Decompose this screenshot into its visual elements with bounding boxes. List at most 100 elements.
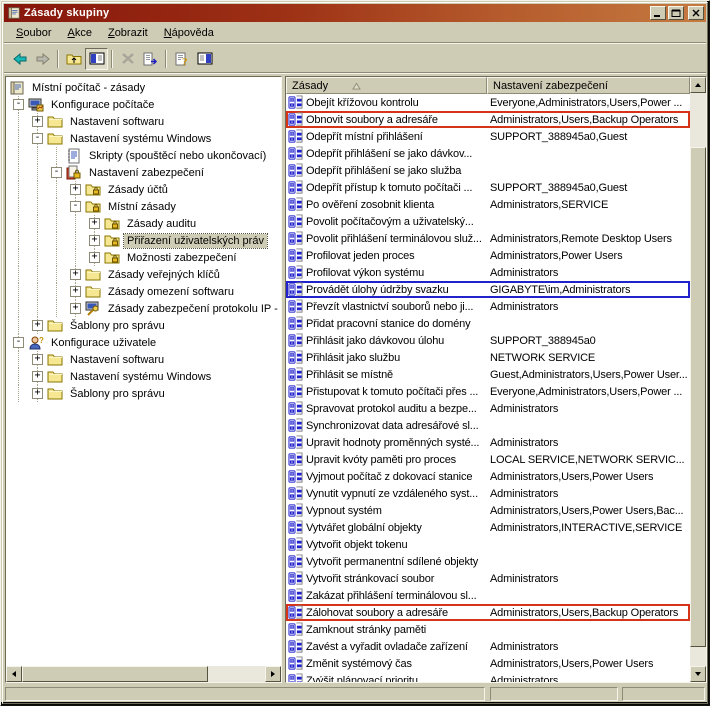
policy-icon: [288, 146, 303, 161]
forward-button[interactable]: [31, 48, 54, 70]
policy-row-vytvorit-permanentni-sdilene-objekty[interactable]: Vytvořit permanentní sdílené objekty: [286, 553, 690, 570]
tree-item-zasady-verejnych-klicu[interactable]: +Zásady veřejných klíčů: [6, 266, 281, 283]
policy-row-pristupovat-k-tomuto-pocitaci-pres[interactable]: Přistupovat k tomuto počítači přes ...Ev…: [286, 383, 690, 400]
policy-row-zmenit-systemovy-cas[interactable]: Změnit systémový časAdministrators,Users…: [286, 655, 690, 672]
menu-zobrazit[interactable]: Zobrazit: [100, 25, 156, 41]
policy-row-profilovat-jeden-proces[interactable]: Profilovat jeden procesAdministrators,Po…: [286, 247, 690, 264]
tree-item-nastaveni-softwaru[interactable]: +Nastavení softwaru: [6, 351, 281, 368]
tree-item-skripty-spousteci-nebo-ukoncovaci[interactable]: Skripty (spouštěcí nebo ukončovací): [6, 147, 281, 164]
expander-plus-icon[interactable]: +: [32, 388, 43, 399]
tree-item-nastaveni-systemu-windows[interactable]: -Nastavení systému Windows: [6, 130, 281, 147]
expander-plus-icon[interactable]: +: [70, 286, 81, 297]
policy-row-zalohovat-soubory-a-adresare[interactable]: Zálohovat soubory a adresářeAdministrato…: [286, 604, 690, 621]
expander-minus-icon[interactable]: -: [70, 201, 81, 212]
expander-minus-icon[interactable]: -: [51, 167, 62, 178]
tree-item-nastaveni-zabezpeceni[interactable]: -Nastavení zabezpečení: [6, 164, 281, 181]
policy-row-obejit-krizovou-kontrolu[interactable]: Obejít křížovou kontroluEveryone,Adminis…: [286, 94, 690, 111]
tree-item-sablony-pro-spravu[interactable]: +Šablony pro správu: [6, 317, 281, 334]
security-setting-value: Administrators: [487, 675, 690, 683]
maximize-button[interactable]: [668, 6, 684, 20]
policy-row-synchronizovat-data-adresarove-sl[interactable]: Synchronizovat data adresářové sl...: [286, 417, 690, 434]
tree-horizontal-scrollbar[interactable]: [6, 666, 281, 682]
expander-plus-icon[interactable]: +: [89, 218, 100, 229]
scroll-left-button[interactable]: [6, 666, 22, 682]
expander-minus-icon[interactable]: -: [32, 133, 43, 144]
policy-row-pridat-pracovni-stanice-do-domeny[interactable]: Přidat pracovní stanice do domény: [286, 315, 690, 332]
policy-row-odeprit-prihlaseni-se-jako-sluzba[interactable]: Odepřít přihlášení se jako služba: [286, 162, 690, 179]
policy-row-zavest-a-vyradit-ovladace-zarizeni[interactable]: Zavést a vyřadit ovladače zařízeníAdmini…: [286, 638, 690, 655]
horizontal-scroll-thumb[interactable]: [22, 666, 208, 682]
help-button[interactable]: ?: [170, 48, 193, 70]
tree-item-zasady-zabezpeceni-protokolu-ip[interactable]: +Zásady zabezpečení protokolu IP -: [6, 300, 281, 317]
up-folder-button[interactable]: [62, 48, 85, 70]
policy-row-vyjmout-pocitac-z-dokovaci-stanice[interactable]: Vyjmout počítač z dokovací staniceAdmini…: [286, 468, 690, 485]
title-bar[interactable]: Zásady skupiny: [4, 4, 706, 22]
tree-item-zasady-auditu[interactable]: +Zásady auditu: [6, 215, 281, 232]
list-vertical-scrollbar[interactable]: [690, 77, 706, 682]
menu-napoveda[interactable]: Nápověda: [156, 25, 222, 41]
policy-row-povolit-prihlaseni-terminalovou-sluz[interactable]: Povolit přihlášení terminálovou služ...A…: [286, 230, 690, 247]
policy-row-odeprit-prihlaseni-se-jako-davkov[interactable]: Odepřít přihlášení se jako dávkov...: [286, 145, 690, 162]
expander-minus-icon[interactable]: -: [13, 99, 24, 110]
vertical-scroll-thumb[interactable]: [690, 147, 706, 647]
policy-row-odeprit-mistni-prihlaseni[interactable]: Odepřít místní přihlášeníSUPPORT_388945a…: [286, 128, 690, 145]
policy-row-profilovat-vykon-systemu[interactable]: Profilovat výkon systémuAdministrators: [286, 264, 690, 281]
policy-row-vytvorit-objekt-tokenu[interactable]: Vytvořit objekt tokenu: [286, 536, 690, 553]
expander-plus-icon[interactable]: +: [32, 320, 43, 331]
expander-plus-icon[interactable]: +: [70, 269, 81, 280]
expander-minus-icon[interactable]: -: [13, 337, 24, 348]
expander-plus-icon[interactable]: +: [70, 184, 81, 195]
expander-plus-icon[interactable]: +: [32, 116, 43, 127]
tree-item-konfigurace-uzivatele[interactable]: -?Konfigurace uživatele: [6, 334, 281, 351]
policy-row-spravovat-protokol-auditu-a-bezpe[interactable]: Spravovat protokol auditu a bezpe...Admi…: [286, 400, 690, 417]
policy-icon: [288, 401, 303, 416]
policy-row-zakazat-prihlaseni-terminalovou-sl[interactable]: Zakázat přihlášení terminálovou sl...: [286, 587, 690, 604]
column-header-nastaveni-zabezpeceni[interactable]: Nastavení zabezpečení: [487, 77, 690, 94]
tree-item-mistni-zasady[interactable]: -Místní zásady: [6, 198, 281, 215]
menu-soubor[interactable]: Soubor: [8, 25, 59, 41]
back-button[interactable]: [8, 48, 31, 70]
policy-row-obnovit-soubory-a-adresare[interactable]: Obnovit soubory a adresářeAdministrators…: [286, 111, 690, 128]
policy-row-upravit-hodnoty-promennych-syste[interactable]: Upravit hodnoty proměnných systé...Admin…: [286, 434, 690, 451]
tree-item-sablony-pro-spravu[interactable]: +Šablony pro správu: [6, 385, 281, 402]
policy-row-povolit-pocitacovym-a-uzivatelsky[interactable]: Povolit počítačovým a uživatelský...: [286, 213, 690, 230]
minimize-button[interactable]: [650, 6, 666, 20]
export-list-button[interactable]: [139, 48, 162, 70]
tree-item-mistni-pocitac-zasady[interactable]: Místní počítač - zásady: [6, 79, 281, 96]
policy-row-prihlasit-jako-sluzbu[interactable]: Přihlásit jako službuNETWORK SERVICE: [286, 349, 690, 366]
delete-button[interactable]: [116, 48, 139, 70]
show-pane-button[interactable]: [193, 48, 216, 70]
policy-row-vynutit-vypnuti-ze-vzdaleneho-syst[interactable]: Vynutit vypnutí ze vzdáleného syst...Adm…: [286, 485, 690, 502]
expander-plus-icon[interactable]: +: [89, 235, 100, 246]
policy-row-po-overeni-zosobnit-klienta[interactable]: Po ověření zosobnit klientaAdministrator…: [286, 196, 690, 213]
column-header-zasady[interactable]: Zásady: [286, 77, 487, 94]
tree-item-nastaveni-softwaru[interactable]: +Nastavení softwaru: [6, 113, 281, 130]
policy-row-odeprit-pristup-k-tomuto-pocitaci[interactable]: Odepřít přístup k tomuto počítači ...SUP…: [286, 179, 690, 196]
policy-row-vypnout-system[interactable]: Vypnout systémAdministrators,Users,Power…: [286, 502, 690, 519]
tree-item-prirazeni-uzivatelskych-prav[interactable]: +Přiřazení uživatelských práv: [6, 232, 281, 249]
policy-row-provadet-ulohy-udrzby-svazku[interactable]: Provádět úlohy údržby svazkuGIGABYTE\im,…: [286, 281, 690, 298]
policy-row-prevzit-vlastnictvi-souboru-nebo-ji[interactable]: Převzít vlastnictví souborů nebo ji...Ad…: [286, 298, 690, 315]
tree-item-zasady-omezeni-softwaru[interactable]: +Zásady omezení softwaru: [6, 283, 281, 300]
tree-item-zasady-uctu[interactable]: +Zásady účtů: [6, 181, 281, 198]
policy-row-upravit-kvoty-pameti-pro-proces[interactable]: Upravit kvóty paměti pro procesLOCAL SER…: [286, 451, 690, 468]
scroll-up-button[interactable]: [690, 77, 706, 93]
policy-row-zvysit-planovaci-prioritu[interactable]: Zvýšit plánovací priorituAdministrators: [286, 672, 690, 682]
menu-akce[interactable]: Akce: [59, 25, 99, 41]
expander-plus-icon[interactable]: +: [32, 371, 43, 382]
close-button[interactable]: [688, 6, 704, 20]
policy-row-prihlasit-se-mistne[interactable]: Přihlásit se místněGuest,Administrators,…: [286, 366, 690, 383]
tree-item-moznosti-zabezpeceni[interactable]: +Možnosti zabezpečení: [6, 249, 281, 266]
scroll-right-button[interactable]: [265, 666, 281, 682]
expander-plus-icon[interactable]: +: [32, 354, 43, 365]
policy-row-vytvorit-strankovaci-soubor[interactable]: Vytvořit stránkovací souborAdministrator…: [286, 570, 690, 587]
scroll-down-button[interactable]: [690, 666, 706, 682]
tree-item-nastaveni-systemu-windows[interactable]: +Nastavení systému Windows: [6, 368, 281, 385]
show-tree-button[interactable]: [85, 48, 108, 70]
policy-row-zamknout-stranky-pameti[interactable]: Zamknout stránky paměti: [286, 621, 690, 638]
policy-row-vytvaret-globalni-objekty[interactable]: Vytvářet globální objektyAdministrators,…: [286, 519, 690, 536]
tree-item-konfigurace-pocitace[interactable]: -Konfigurace počítače: [6, 96, 281, 113]
expander-plus-icon[interactable]: +: [70, 303, 81, 314]
expander-plus-icon[interactable]: +: [89, 252, 100, 263]
policy-row-prihlasit-jako-davkovou-ulohu[interactable]: Přihlásit jako dávkovou úlohuSUPPORT_388…: [286, 332, 690, 349]
